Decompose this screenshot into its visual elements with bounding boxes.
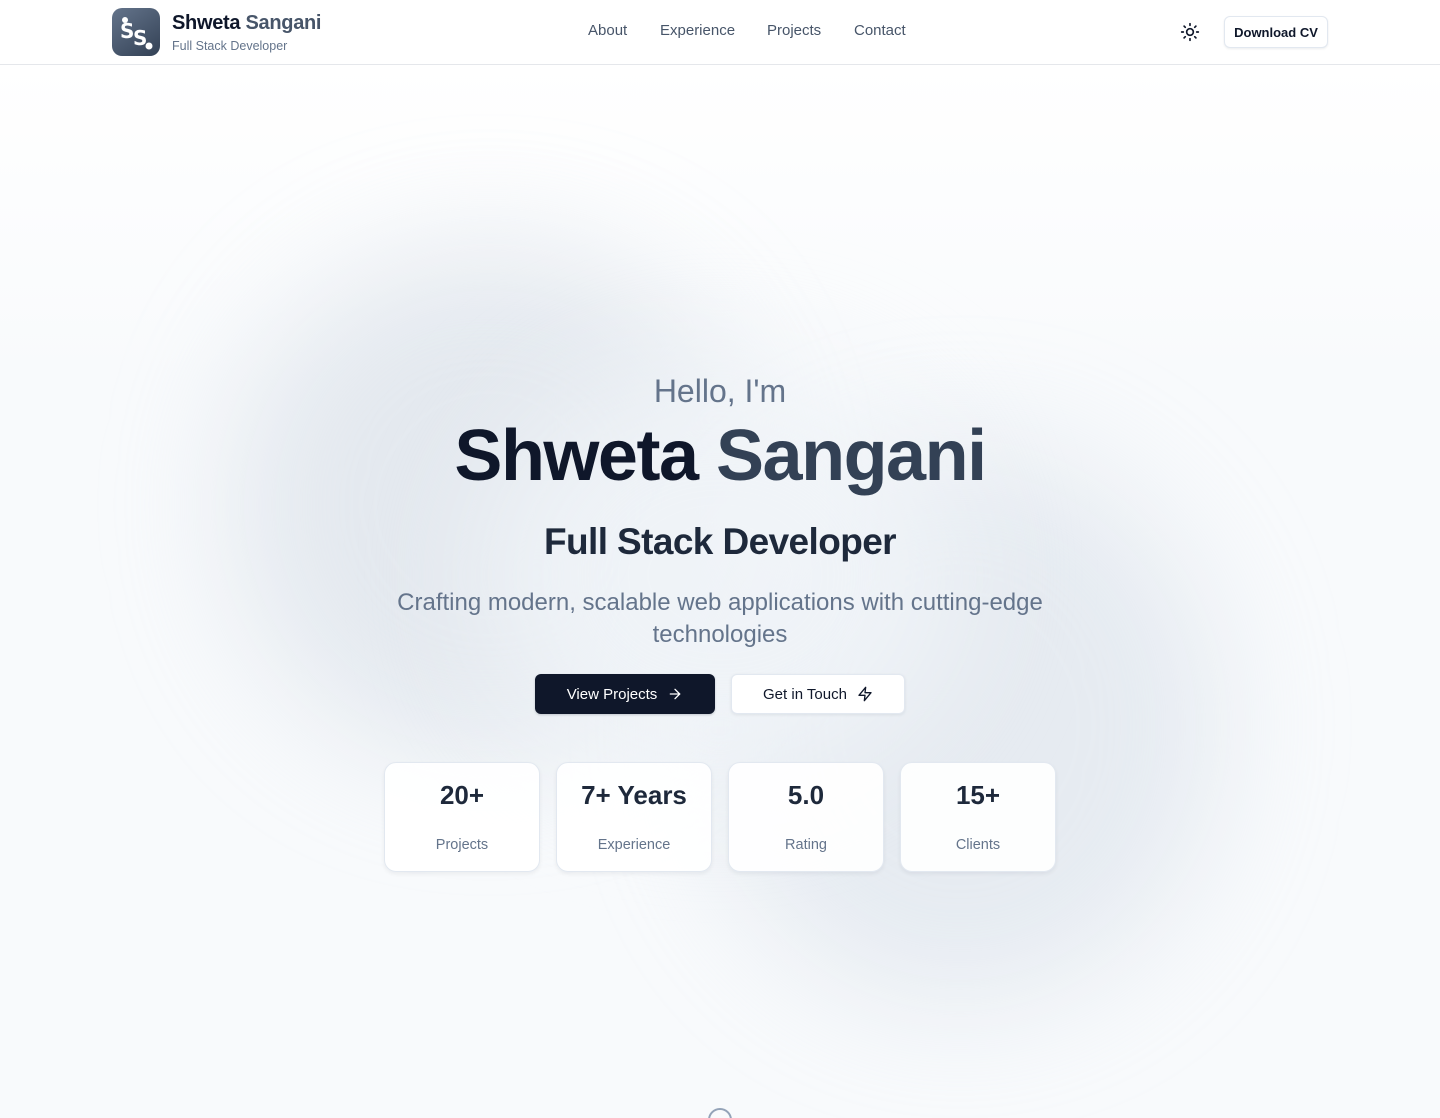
hero-tagline: Crafting modern, scalable web applicatio… [397, 589, 1043, 648]
hero-last-name: Sangani [716, 416, 987, 496]
stat-card-clients: 15+ Clients [900, 762, 1056, 872]
nav-link-experience[interactable]: Experience [660, 22, 735, 39]
stat-value: 20+ [439, 780, 485, 810]
stat-card-rating: 5.0 Rating [728, 762, 884, 872]
nav-link-projects[interactable]: Projects [767, 22, 821, 39]
download-cv-button[interactable]: Download CV [1224, 16, 1328, 48]
hero-role: Full Stack Developer [544, 521, 897, 562]
view-projects-button[interactable]: View Projects [535, 674, 715, 714]
stat-card-projects: 20+ Projects [384, 762, 540, 872]
get-in-touch-label: Get in Touch [763, 685, 847, 703]
stat-value: 15+ [955, 780, 1001, 810]
arrow-right-icon [669, 688, 681, 700]
stat-label: Clients [955, 837, 1001, 853]
hero-name: Shweta Sangani [0, 411, 1440, 501]
view-projects-label: View Projects [566, 685, 658, 703]
stat-label: Experience [597, 837, 671, 853]
zap-icon [858, 686, 872, 702]
nav-link-contact[interactable]: Contact [854, 22, 906, 39]
hero-first-name: Shweta [454, 416, 699, 496]
mouse-scroll-icon[interactable] [708, 1108, 732, 1118]
stat-card-experience: 7+ Years Experience [556, 762, 712, 872]
hero-greeting: Hello, I'm [653, 373, 787, 409]
hero-section: Hello, I'm Shweta Sangani Full Stack Dev… [0, 65, 1440, 1118]
stat-value: 7+ Years [581, 780, 687, 810]
stat-value: 5.0 [787, 780, 825, 810]
site-header: S S Shweta Sangani Full Stack Developer … [0, 0, 1440, 65]
stat-label: Rating [785, 837, 827, 853]
theme-toggle-button[interactable] [1176, 18, 1204, 46]
nav-link-about[interactable]: About [588, 22, 627, 39]
stat-label: Projects [435, 837, 489, 853]
get-in-touch-button[interactable]: Get in Touch [731, 674, 905, 714]
sun-icon [1180, 22, 1200, 42]
